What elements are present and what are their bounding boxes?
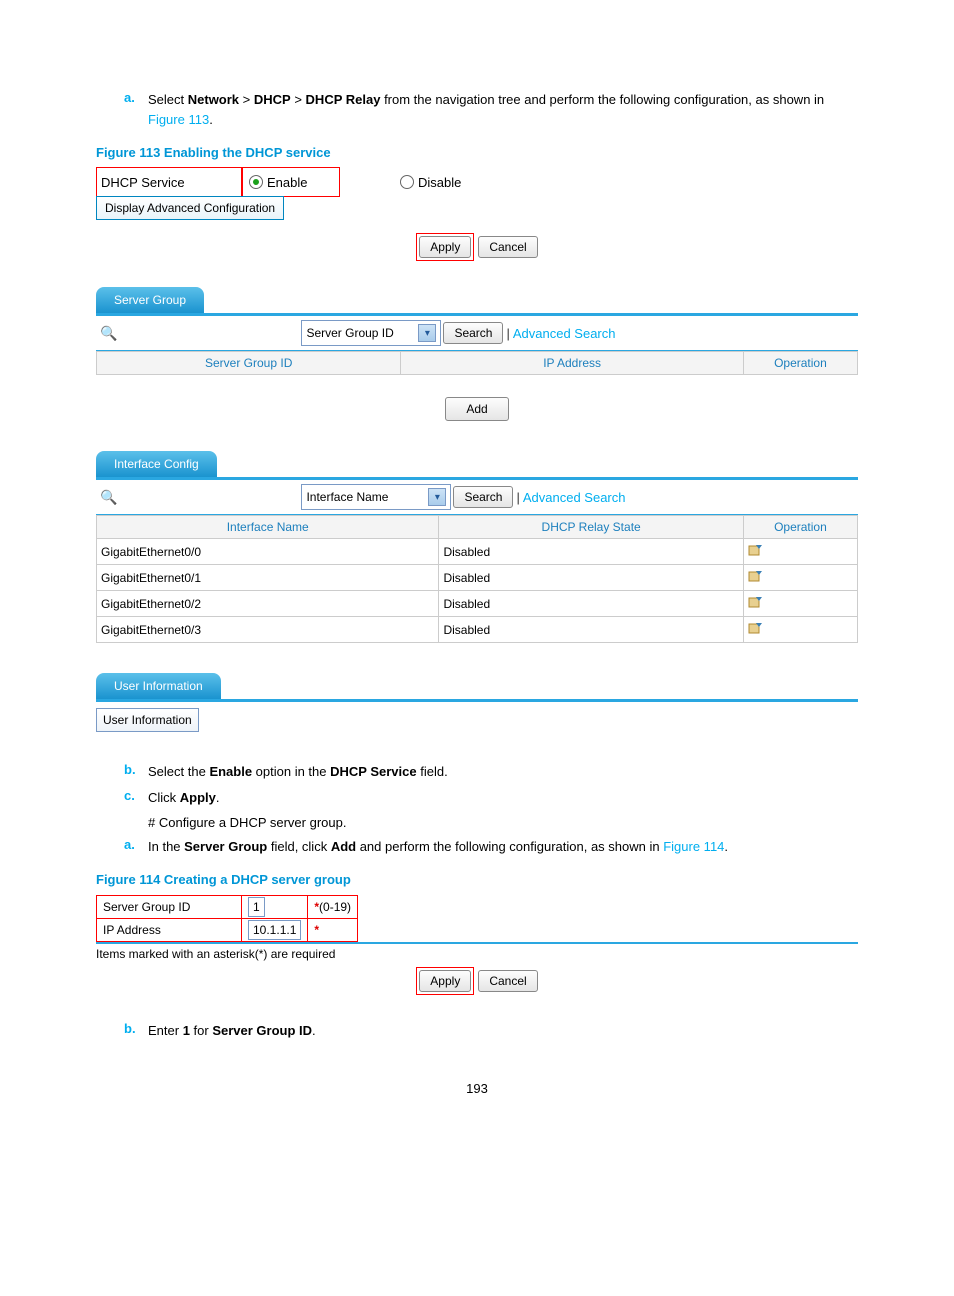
form-label-ip-address: IP Address <box>97 919 242 942</box>
list-b-bullet: b. <box>96 762 148 782</box>
radio-disable-label: Disable <box>418 175 461 190</box>
search-icon-2: 🔍 <box>96 489 121 506</box>
figure-link-113[interactable]: Figure 113 <box>148 112 209 127</box>
chevron-down-icon-2[interactable]: ▾ <box>428 488 446 506</box>
search-button-1[interactable]: Search <box>443 322 503 344</box>
col-server-group-id: Server Group ID <box>97 352 401 375</box>
figure-link-114[interactable]: Figure 114 <box>663 839 724 854</box>
radio-enable[interactable]: Enable <box>242 167 340 197</box>
cell-interface-name: GigabitEthernet0/3 <box>97 617 439 643</box>
user-information-button[interactable]: User Information <box>96 708 199 732</box>
advanced-search-link-1[interactable]: Advanced Search <box>513 326 616 341</box>
cell-relay-state: Disabled <box>439 539 743 565</box>
search-field-label-2: Interface Name <box>306 490 388 504</box>
col-ip-address: IP Address <box>401 352 743 375</box>
apply-button-2[interactable]: Apply <box>419 970 471 992</box>
list-a-bullet: a. <box>96 90 148 129</box>
edit-icon[interactable] <box>748 621 764 635</box>
search-field-select-1[interactable]: Server Group ID ▾ <box>301 320 441 346</box>
radio-disable[interactable]: Disable <box>400 175 461 190</box>
cell-interface-name: GigabitEthernet0/2 <box>97 591 439 617</box>
table-row: GigabitEthernet0/3Disabled <box>97 617 858 643</box>
col-operation-2: Operation <box>743 516 857 539</box>
edit-icon[interactable] <box>748 595 764 609</box>
table-row: GigabitEthernet0/2Disabled <box>97 591 858 617</box>
server-group-id-hint: (0-19) <box>319 900 351 914</box>
list-b2-bullet: b. <box>96 1021 148 1041</box>
radio-disable-dot[interactable] <box>400 175 414 189</box>
tab-server-group[interactable]: Server Group <box>96 287 204 313</box>
step-a-text: Select Network > DHCP > DHCP Relay from … <box>148 90 858 129</box>
page-number: 193 <box>96 1081 858 1096</box>
cell-interface-name: GigabitEthernet0/0 <box>97 539 439 565</box>
server-group-table: Server Group ID IP Address Operation <box>96 351 858 375</box>
chevron-down-icon[interactable]: ▾ <box>418 324 436 342</box>
cell-relay-state: Disabled <box>439 591 743 617</box>
cancel-button-2[interactable]: Cancel <box>478 970 537 992</box>
add-button[interactable]: Add <box>445 397 508 421</box>
tab-user-information[interactable]: User Information <box>96 673 221 699</box>
interface-table: Interface Name DHCP Relay State Operatio… <box>96 515 858 643</box>
col-interface-name: Interface Name <box>97 516 439 539</box>
tab-interface-config[interactable]: Interface Config <box>96 451 217 477</box>
radio-enable-dot[interactable] <box>249 175 263 189</box>
step-c-text: Click Apply. <box>148 788 858 808</box>
edit-icon[interactable] <box>748 569 764 583</box>
search-icon-1: 🔍 <box>96 325 121 342</box>
dhcp-service-label: DHCP Service <box>96 167 242 197</box>
figure-114-caption: Figure 114 Creating a DHCP server group <box>96 872 858 887</box>
radio-enable-label: Enable <box>267 175 307 190</box>
display-advanced-button[interactable]: Display Advanced Configuration <box>96 196 284 220</box>
form-label-server-group-id: Server Group ID <box>97 896 242 919</box>
col-relay-state: DHCP Relay State <box>439 516 743 539</box>
cell-relay-state: Disabled <box>439 565 743 591</box>
required-asterisk-2: * <box>314 923 319 937</box>
search-field-select-2[interactable]: Interface Name ▾ <box>301 484 451 510</box>
server-group-id-input[interactable]: 1 <box>248 897 265 917</box>
col-operation-1: Operation <box>743 352 857 375</box>
cancel-button-1[interactable]: Cancel <box>478 236 537 258</box>
search-field-label-1: Server Group ID <box>306 326 393 340</box>
list-c-bullet: c. <box>96 788 148 808</box>
apply-button-1[interactable]: Apply <box>419 236 471 258</box>
search-button-2[interactable]: Search <box>453 486 513 508</box>
step-a2-text: In the Server Group field, click Add and… <box>148 837 858 857</box>
step-b-text: Select the Enable option in the DHCP Ser… <box>148 762 858 782</box>
ip-address-input[interactable]: 10.1.1.1 <box>248 920 301 940</box>
cell-relay-state: Disabled <box>439 617 743 643</box>
step-b2-text: Enter 1 for Server Group ID. <box>148 1021 858 1041</box>
list-a2-bullet: a. <box>96 837 148 857</box>
advanced-search-link-2[interactable]: Advanced Search <box>523 490 626 505</box>
table-row: GigabitEthernet0/1Disabled <box>97 565 858 591</box>
figure-113-caption: Figure 113 Enabling the DHCP service <box>96 145 858 160</box>
step-note: # Configure a DHCP server group. <box>96 813 858 833</box>
cell-interface-name: GigabitEthernet0/1 <box>97 565 439 591</box>
required-note: Items marked with an asterisk(*) are req… <box>96 947 858 961</box>
edit-icon[interactable] <box>748 543 764 557</box>
table-row: GigabitEthernet0/0Disabled <box>97 539 858 565</box>
